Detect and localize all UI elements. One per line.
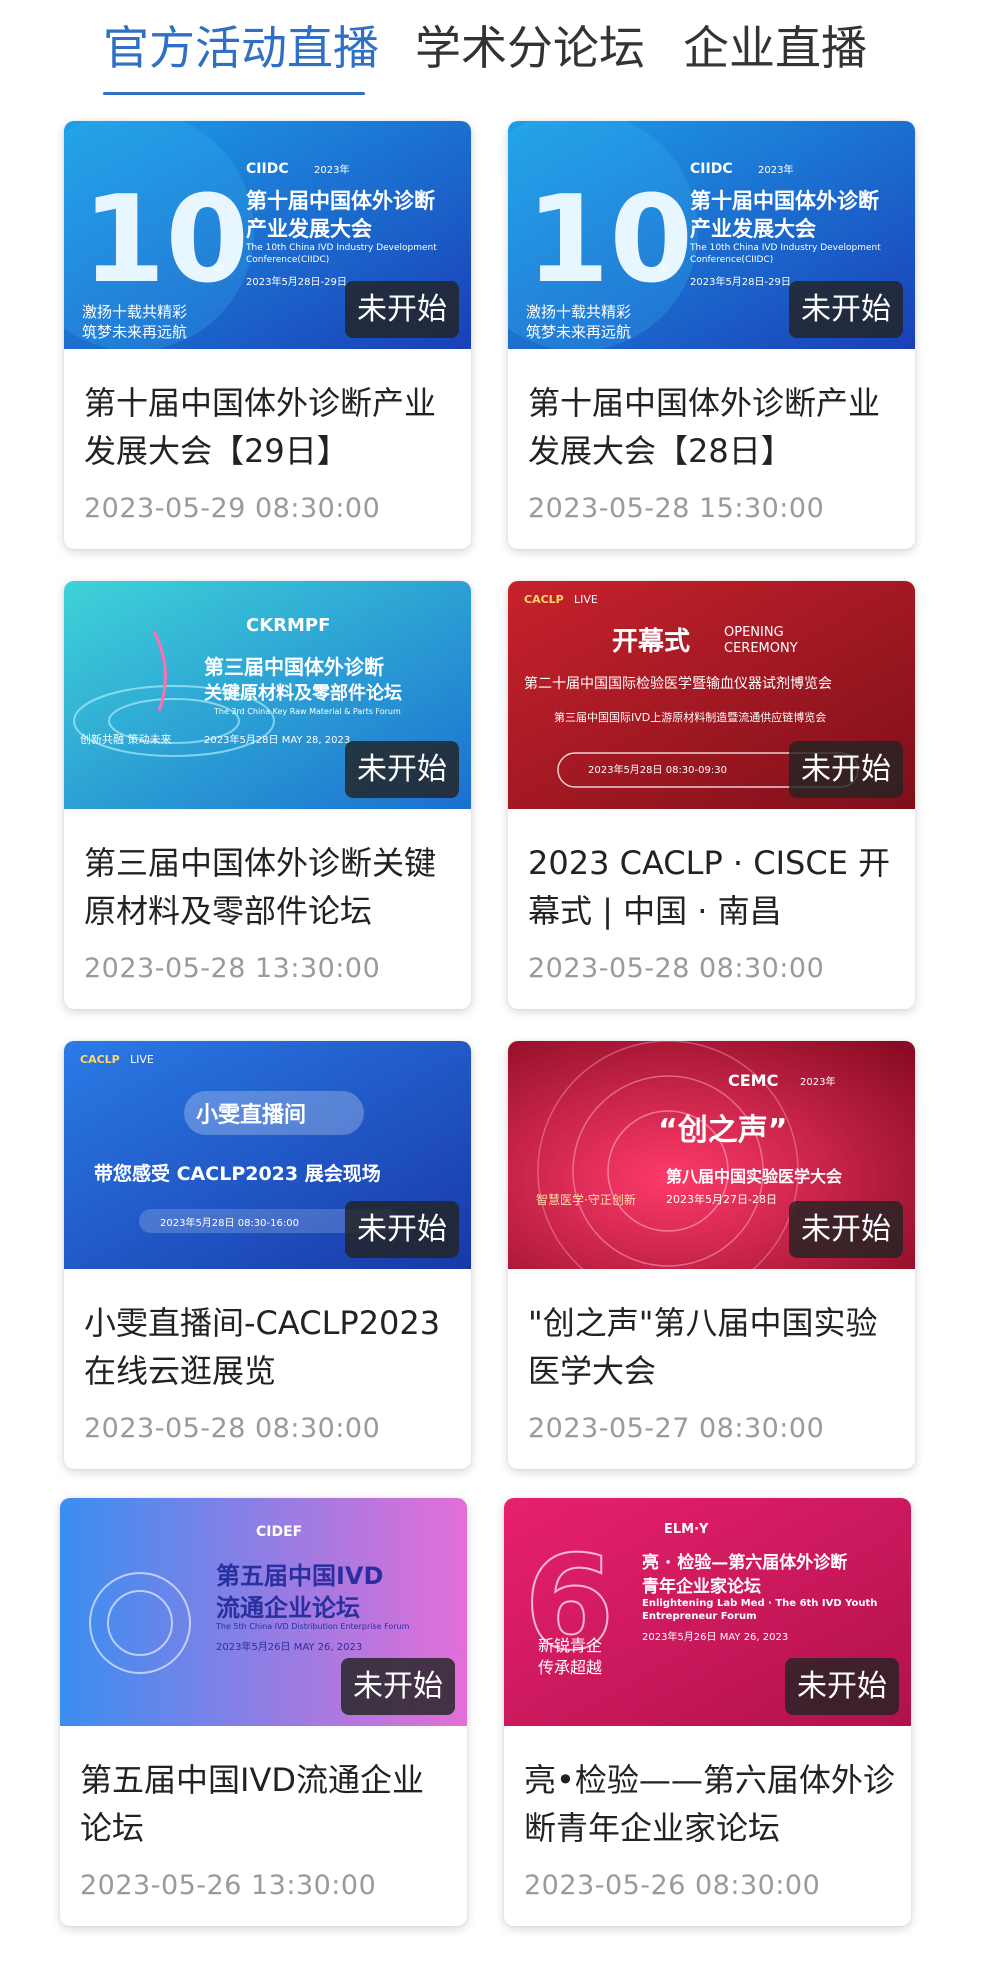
live-card[interactable]: 6 ELM·Y 亮 · 检验—第六届体外诊断 青年企业家论坛 Enlighten…	[504, 1498, 911, 1926]
tab-official-live[interactable]: 官方活动直播	[103, 18, 379, 78]
banner-logo: ELM·Y	[664, 1522, 709, 1537]
live-card[interactable]: 10 th CIIDC 2023年 第十届中国体外诊断 产业发展大会 The 1…	[508, 121, 915, 549]
status-badge: 未开始	[345, 1201, 459, 1258]
card-time: 2023-05-28 08:30:00	[528, 953, 825, 984]
card-banner-image: CIDEF 第五届中国IVD 流通企业论坛 The 5th China IVD …	[60, 1498, 467, 1726]
card-banner-image: CKRMPF 第三届中国体外诊断 关键原材料及零部件论坛 The 3rd Chi…	[64, 581, 471, 809]
banner-logo: CIDEF	[256, 1524, 303, 1540]
card-time: 2023-05-28 13:30:00	[84, 953, 381, 984]
status-badge: 未开始	[345, 741, 459, 798]
card-time: 2023-05-26 13:30:00	[80, 1870, 377, 1901]
card-banner-image: 6 ELM·Y 亮 · 检验—第六届体外诊断 青年企业家论坛 Enlighten…	[504, 1498, 911, 1726]
card-time: 2023-05-28 15:30:00	[528, 493, 825, 524]
card-banner-image: CACLP LIVE 开幕式 OPENING CEREMONY 第二十届中国国际…	[508, 581, 915, 809]
card-time: 2023-05-27 08:30:00	[528, 1413, 825, 1444]
card-title: 第三届中国体外诊断关键原材料及零部件论坛	[84, 844, 437, 930]
status-badge: 未开始	[789, 741, 903, 798]
card-time: 2023-05-28 08:30:00	[84, 1413, 381, 1444]
card-title: 第十届中国体外诊断产业发展大会【28日】	[528, 384, 881, 470]
tab-enterprise-live[interactable]: 企业直播	[683, 18, 867, 78]
tab-academic-forum[interactable]: 学术分论坛	[415, 18, 645, 78]
card-banner-image: 10 th CIIDC 2023年 第十届中国体外诊断 产业发展大会 The 1…	[508, 121, 915, 349]
banner-logo: CACLP	[80, 1053, 120, 1066]
tab-bar: 官方活动直播 学术分论坛 企业直播	[0, 0, 1000, 110]
svg-text:th: th	[214, 263, 224, 274]
live-card[interactable]: CACLP LIVE 开幕式 OPENING CEREMONY 第二十届中国国际…	[508, 581, 915, 1009]
banner-logo: CKRMPF	[246, 615, 331, 636]
svg-text:10: 10	[82, 171, 249, 310]
banner-logo: CIIDC	[246, 161, 289, 177]
card-time: 2023-05-29 08:30:00	[84, 493, 381, 524]
card-banner-image: 10 th CIIDC 2023年 第十届中国体外诊断 产业发展大会 The 1…	[64, 121, 471, 349]
card-title: 2023 CACLP · CISCE 开幕式 | 中国 · 南昌	[528, 844, 891, 930]
status-badge: 未开始	[785, 1658, 899, 1715]
status-badge: 未开始	[345, 281, 459, 338]
live-card[interactable]: CACLP LIVE 小雯直播间 带您感受 CACLP2023 展会现场 202…	[64, 1041, 471, 1469]
status-badge: 未开始	[789, 281, 903, 338]
banner-logo: CACLP	[524, 593, 564, 606]
banner-logo: CIIDC	[690, 161, 733, 177]
live-card[interactable]: CIDEF 第五届中国IVD 流通企业论坛 The 5th China IVD …	[60, 1498, 467, 1926]
card-banner-image: CEMC 2023年 “创之声” 第八届中国实验医学大会 智慧医学·守正创新 2…	[508, 1041, 915, 1269]
active-tab-indicator	[103, 92, 365, 95]
card-title: 亮•检验——第六届体外诊断青年企业家论坛	[524, 1761, 895, 1847]
svg-text:10: 10	[526, 171, 693, 310]
status-badge: 未开始	[341, 1658, 455, 1715]
live-card[interactable]: CEMC 2023年 “创之声” 第八届中国实验医学大会 智慧医学·守正创新 2…	[508, 1041, 915, 1469]
banner-logo: CEMC	[728, 1071, 779, 1090]
svg-text:th: th	[658, 263, 668, 274]
live-card[interactable]: CKRMPF 第三届中国体外诊断 关键原材料及零部件论坛 The 3rd Chi…	[64, 581, 471, 1009]
card-title: 第五届中国IVD流通企业论坛	[80, 1761, 424, 1847]
status-badge: 未开始	[789, 1201, 903, 1258]
card-title: "创之声"第八届中国实验医学大会	[528, 1304, 878, 1390]
live-card[interactable]: 10 th CIIDC 2023年 第十届中国体外诊断 产业发展大会 The 1…	[64, 121, 471, 549]
card-title: 小雯直播间-CACLP2023在线云逛展览	[84, 1304, 441, 1390]
card-time: 2023-05-26 08:30:00	[524, 1870, 821, 1901]
card-banner-image: CACLP LIVE 小雯直播间 带您感受 CACLP2023 展会现场 202…	[64, 1041, 471, 1269]
card-title: 第十届中国体外诊断产业发展大会【29日】	[84, 384, 437, 470]
